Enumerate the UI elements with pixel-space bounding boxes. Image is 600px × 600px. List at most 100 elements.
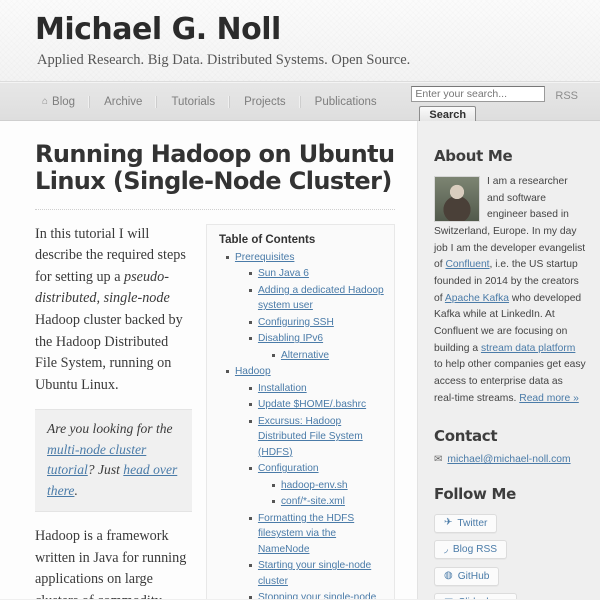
toc-column: Table of Contents Prerequisites Sun Java … bbox=[205, 223, 395, 599]
social-row: ✈ Twitter bbox=[434, 512, 586, 539]
email-link[interactable]: michael@michael-noll.com bbox=[447, 454, 570, 465]
toc-link-configuration[interactable]: Configuration bbox=[258, 463, 319, 474]
toc-item: Excursus: Hadoop Distributed File System… bbox=[248, 414, 384, 461]
slideshare-icon: ▤ bbox=[444, 597, 453, 599]
intro-text-2: Hadoop cluster backed by the Hadoop Dist… bbox=[35, 312, 183, 393]
follow-me-heading: Follow Me bbox=[434, 485, 517, 504]
toc-link-configuring-ssh[interactable]: Configuring SSH bbox=[258, 317, 334, 328]
social-label: Twitter bbox=[457, 517, 488, 529]
contact-heading: Contact bbox=[434, 427, 498, 446]
about-me-text: I am a researcher and software engineer … bbox=[434, 174, 586, 407]
social-row: ◍ GitHub bbox=[434, 565, 586, 592]
github-button[interactable]: ◍ GitHub bbox=[434, 566, 500, 586]
nav-item-label: Archive bbox=[104, 95, 143, 108]
toc-item: Prerequisites Sun Java 6 Adding a dedicate… bbox=[225, 250, 384, 364]
toc-link-disabling-ipv6[interactable]: Disabling IPv6 bbox=[258, 333, 323, 344]
toc-link-conf-site-xml[interactable]: conf/*-site.xml bbox=[281, 496, 345, 507]
toc-item: Alternative bbox=[271, 348, 384, 364]
toc-item: Hadoop Installation Update $HOME/.bashrc Ex… bbox=[225, 364, 384, 599]
table-of-contents: Table of Contents Prerequisites Sun Java … bbox=[205, 223, 395, 599]
toc-item: Disabling IPv6 Alternative bbox=[248, 331, 384, 364]
toc-link-excursus-hadoop-distributed-file-system-hdfs[interactable]: Excursus: Hadoop Distributed File System… bbox=[258, 416, 363, 458]
toc-item: Installation bbox=[248, 381, 384, 397]
nav-item-label: Publications bbox=[314, 95, 377, 108]
rss-icon: ◞ bbox=[444, 543, 448, 555]
toc-link-stopping-your-single-node-cluster[interactable]: Stopping your single-node cluster bbox=[258, 592, 376, 599]
title-divider bbox=[35, 208, 395, 210]
blog-rss-button[interactable]: ◞ Blog RSS bbox=[434, 540, 508, 560]
stream-data-platform-link[interactable]: stream data platform bbox=[481, 343, 575, 354]
toc-link-installation[interactable]: Installation bbox=[258, 383, 307, 394]
sidebar: » About Me I am a researcher and softwar… bbox=[418, 121, 600, 599]
sidebar-toggle-icon[interactable]: » bbox=[418, 123, 422, 139]
page-root: Michael G. Noll Applied Research. Big Da… bbox=[0, 0, 600, 600]
follow-me-widget: Follow Me ✈ Twitter ◞ Blog RSS ◍ GitHub bbox=[434, 485, 586, 599]
site-masthead: Michael G. Noll Applied Research. Big Da… bbox=[0, 0, 600, 82]
social-row: ▤ Slideshare bbox=[434, 592, 586, 599]
nav-item-publications[interactable]: Publications bbox=[299, 95, 391, 108]
callout-text-1: Are you looking for the bbox=[47, 421, 173, 437]
toc-link-sun-java-6[interactable]: Sun Java 6 bbox=[258, 268, 309, 279]
article-text-column: In this tutorial I will describe the req… bbox=[35, 224, 192, 599]
nav-item-blog[interactable]: ⌂ Blog bbox=[28, 96, 89, 108]
toc-item: Adding a dedicated Hadoop system user bbox=[248, 283, 384, 314]
toc-link-starting-your-single-node-cluster[interactable]: Starting your single-node cluster bbox=[258, 560, 371, 587]
toc-list: Prerequisites Sun Java 6 Adding a dedicate… bbox=[217, 250, 384, 599]
main-nav-list: ⌂ Blog Archive Tutorials Projects Public… bbox=[28, 82, 391, 121]
hadoop-description-paragraph: Hadoop is a framework written in Java fo… bbox=[35, 526, 192, 599]
nav-item-tutorials[interactable]: Tutorials bbox=[156, 95, 229, 108]
toc-item: Starting your single-node cluster bbox=[248, 558, 384, 589]
article-columns: In this tutorial I will describe the req… bbox=[35, 223, 395, 599]
rss-link[interactable]: RSS bbox=[555, 90, 578, 102]
github-icon: ◍ bbox=[444, 570, 453, 582]
toc-title: Table of Contents bbox=[218, 233, 316, 246]
social-row: ◞ Blog RSS bbox=[434, 539, 586, 566]
site-title[interactable]: Michael G. Noll bbox=[35, 14, 600, 46]
search-input[interactable] bbox=[411, 86, 546, 102]
toc-link-hadoop-env-sh[interactable]: hadoop-env.sh bbox=[281, 480, 348, 491]
search-group: Search bbox=[411, 86, 546, 124]
toc-item: Formatting the HDFS filesystem via the N… bbox=[248, 511, 384, 558]
nav-item-projects[interactable]: Projects bbox=[229, 95, 300, 108]
avatar bbox=[434, 176, 480, 222]
toc-link-formatting-the-hdfs-filesystem-via-the-namenode[interactable]: Formatting the HDFS filesystem via the N… bbox=[258, 513, 354, 555]
toc-item: conf/*-site.xml bbox=[271, 494, 384, 510]
main-content: Running Hadoop on Ubuntu Linux (Single-N… bbox=[0, 121, 418, 599]
toc-link-prerequisites[interactable]: Prerequisites bbox=[235, 252, 294, 263]
toc-item: Configuration hadoop-env.sh conf/*-site.xm… bbox=[248, 461, 384, 510]
toc-link-update-home-bashrc[interactable]: Update $HOME/.bashrc bbox=[258, 399, 366, 410]
intro-paragraph: In this tutorial I will describe the req… bbox=[35, 224, 192, 397]
apache-kafka-link[interactable]: Apache Kafka bbox=[445, 293, 509, 304]
toc-link-hadoop[interactable]: Hadoop bbox=[235, 366, 271, 377]
callout-text-2: ? Just bbox=[87, 462, 124, 478]
body-wrapper: Running Hadoop on Ubuntu Linux (Single-N… bbox=[0, 121, 600, 599]
nav-item-label: Projects bbox=[244, 95, 286, 108]
social-label: Slideshare bbox=[458, 597, 506, 599]
contact-line: ✉ michael@michael-noll.com bbox=[434, 454, 586, 465]
nav-item-label: Blog bbox=[52, 95, 76, 108]
about-me-heading: About Me bbox=[434, 147, 513, 165]
home-icon: ⌂ bbox=[42, 95, 49, 107]
callout-text-3: . bbox=[74, 482, 78, 498]
about-me-widget: About Me I am a researcher and software … bbox=[434, 147, 586, 407]
toc-item: Update $HOME/.bashrc bbox=[248, 397, 384, 413]
slideshare-button[interactable]: ▤ Slideshare bbox=[434, 593, 517, 599]
contact-widget: Contact ✉ michael@michael-noll.com bbox=[434, 427, 586, 465]
twitter-icon: ✈ bbox=[444, 517, 453, 529]
read-more-link[interactable]: Read more » bbox=[519, 393, 579, 404]
multi-node-callout: Are you looking for the multi-node clust… bbox=[35, 409, 192, 512]
nav-item-archive[interactable]: Archive bbox=[89, 95, 156, 108]
toc-item: Sun Java 6 bbox=[248, 266, 384, 282]
toc-link-alternative[interactable]: Alternative bbox=[281, 350, 329, 361]
twitter-button[interactable]: ✈ Twitter bbox=[434, 513, 498, 533]
envelope-icon: ✉ bbox=[434, 454, 443, 466]
social-label: GitHub bbox=[457, 570, 490, 582]
main-navigation-bar: ⌂ Blog Archive Tutorials Projects Public… bbox=[0, 82, 600, 124]
confluent-link[interactable]: Confluent bbox=[445, 259, 489, 270]
toc-item: Stopping your single-node cluster bbox=[248, 590, 384, 599]
nav-item-label: Tutorials bbox=[171, 95, 216, 108]
search-area: Search RSS bbox=[411, 86, 578, 124]
toc-item: hadoop-env.sh bbox=[271, 478, 384, 494]
toc-item: Configuring SSH bbox=[248, 315, 384, 331]
toc-link-adding-a-dedicated-hadoop-system-user[interactable]: Adding a dedicated Hadoop system user bbox=[258, 285, 384, 312]
